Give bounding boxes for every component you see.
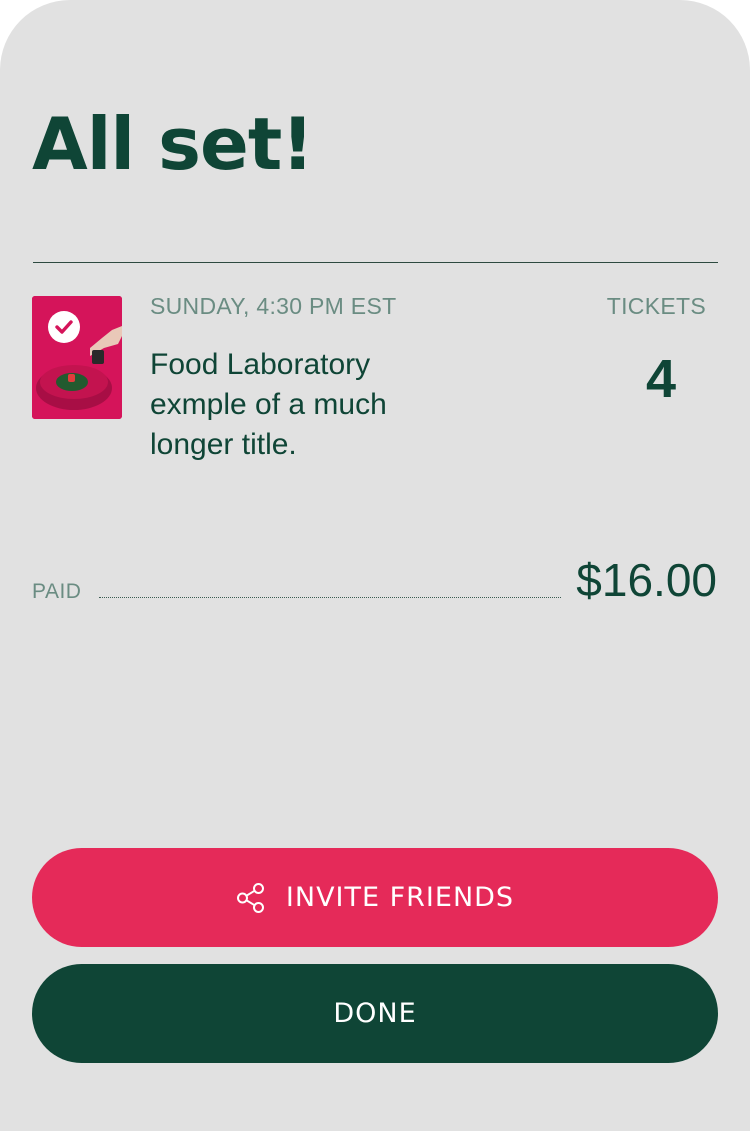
event-title: Food Laboratory exmple of a much longer … bbox=[150, 348, 387, 461]
divider bbox=[33, 262, 718, 263]
confirmation-sheet: All set! SUNDAY, 4:30 PM EST Food Labora… bbox=[0, 0, 750, 1131]
invite-friends-button[interactable]: INVITE FRIENDS bbox=[32, 848, 718, 947]
done-button[interactable]: DONE bbox=[32, 964, 718, 1063]
paid-label: PAID bbox=[32, 580, 82, 603]
paid-amount: $16.00 bbox=[576, 554, 717, 606]
event-thumbnail bbox=[32, 296, 122, 419]
invite-friends-label: INVITE FRIENDS bbox=[285, 882, 515, 913]
done-label: DONE bbox=[333, 998, 417, 1029]
event-date: SUNDAY, 4:30 PM EST bbox=[150, 293, 397, 319]
dotted-leader bbox=[99, 597, 561, 598]
check-badge bbox=[48, 311, 80, 343]
tickets-count: 4 bbox=[645, 349, 677, 409]
tickets-label: TICKETS bbox=[606, 293, 706, 319]
share-icon bbox=[236, 882, 264, 913]
event-photo bbox=[32, 296, 122, 419]
page-title: All set! bbox=[32, 102, 314, 186]
check-icon bbox=[55, 320, 73, 334]
